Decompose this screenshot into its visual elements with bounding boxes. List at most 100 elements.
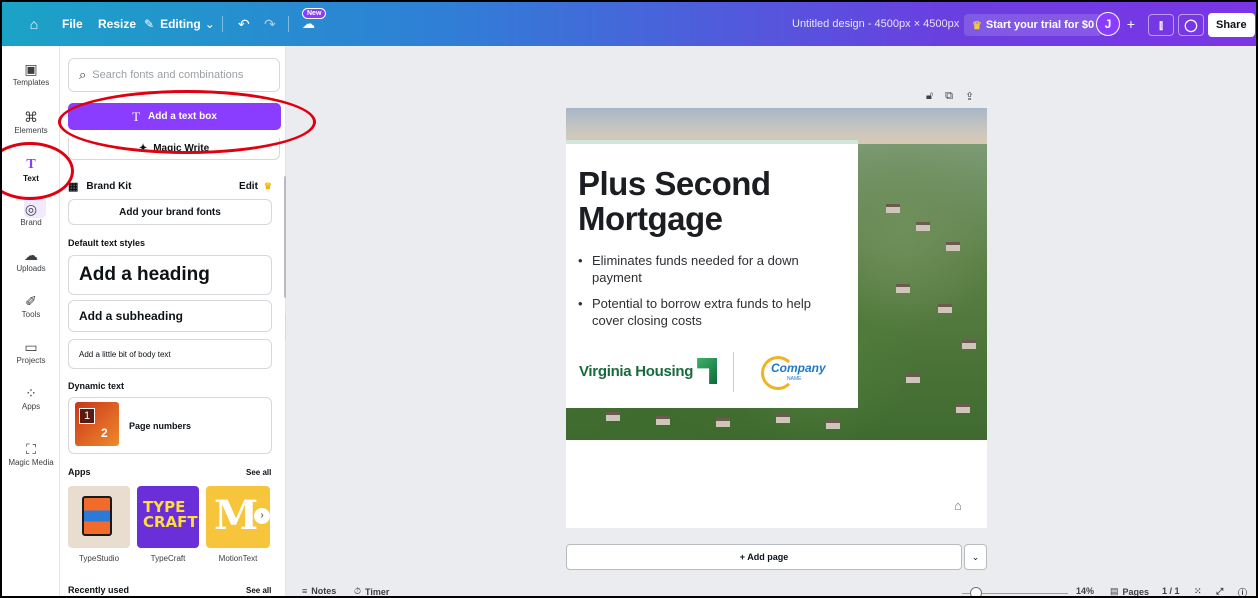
sky-photo — [566, 108, 987, 144]
virginia-housing-logo-text: Virginia Housing — [579, 362, 694, 380]
text-card[interactable]: Plus Second Mortgage • Eliminates funds n… — [566, 140, 858, 408]
company-logo-subtext: NAME — [787, 376, 802, 382]
timer-button[interactable]: ⏱ Timer — [354, 586, 390, 597]
pages-label: Pages — [1122, 586, 1150, 597]
company-logo[interactable]: Company NAME — [761, 354, 831, 390]
nav-label: Apps — [21, 402, 41, 411]
comment-icon[interactable]: ◯ — [1178, 14, 1204, 36]
add-text-box-button[interactable]: T Add a text box — [68, 103, 281, 130]
nav-projects[interactable]: ▭ Projects — [2, 338, 60, 365]
magic-wand-icon: ✦ — [138, 143, 148, 154]
nav-label: Tools — [21, 310, 41, 319]
nav-elements[interactable]: ⌘ Elements — [2, 108, 60, 135]
duplicate-icon[interactable]: ⧉ — [945, 90, 953, 103]
default-text-styles-heading: Default text styles — [68, 238, 146, 248]
magic-write-label: Magic Write — [153, 143, 210, 154]
editing-label: Editing — [160, 17, 201, 31]
nav-label: Templates — [12, 78, 50, 87]
app-motiontext-tile[interactable]: M › — [206, 486, 270, 548]
export-icon[interactable]: ⇪ — [965, 90, 974, 103]
page-blank-area — [566, 440, 987, 528]
analytics-icon[interactable]: ⫾ — [1148, 14, 1174, 36]
brand-kit-icon: ▦ — [68, 180, 79, 193]
resize-menu[interactable]: Resize — [98, 2, 136, 46]
nav-label: Brand — [20, 218, 42, 227]
virginia-housing-logo[interactable]: Virginia Housing — [579, 358, 718, 384]
recently-used-heading: Recently used — [68, 585, 130, 595]
undo-icon[interactable]: ↶ — [238, 2, 250, 46]
bullet-item: • Eliminates funds needed for a down paym… — [578, 252, 838, 286]
nav-tools[interactable]: ✐ Tools — [2, 292, 60, 319]
top-bar: ⌂ File Resize ✎ Editing ⌄ ↶ ↷ ☁ New Unti… — [2, 2, 1256, 46]
start-trial-button[interactable]: ♛ Start your trial for $0 — [964, 14, 1103, 36]
bullet-list[interactable]: • Eliminates funds needed for a down paym… — [578, 252, 838, 338]
add-subheading-button[interactable]: Add a subheading — [68, 300, 272, 332]
add-body-text-button[interactable]: Add a little bit of body text — [68, 339, 272, 369]
lock-icon[interactable]: 🔓︎ — [926, 90, 933, 103]
bullet-text: Potential to borrow extra funds to help … — [592, 296, 811, 328]
chevron-right-icon[interactable]: › — [254, 508, 270, 524]
new-badge: New — [302, 8, 327, 19]
headline[interactable]: Plus Second Mortgage — [578, 166, 848, 236]
fullscreen-icon[interactable]: ⤢ — [1216, 586, 1223, 596]
magic-write-button[interactable]: ✦ Magic Write — [68, 138, 280, 160]
nav-brand[interactable]: ◎ Brand — [2, 200, 60, 227]
avatar[interactable]: J — [1096, 12, 1120, 36]
nav-text[interactable]: T Text — [2, 156, 60, 183]
share-button[interactable]: Share — [1208, 13, 1255, 37]
file-menu[interactable]: File — [62, 2, 83, 46]
add-heading-button[interactable]: Add a heading — [68, 255, 272, 295]
pencil-icon: ✎ — [144, 17, 155, 31]
apps-icon: ⁘ — [25, 385, 37, 401]
editing-mode-button[interactable]: ✎ Editing ⌄ — [144, 2, 215, 46]
app-typecraft-tile[interactable]: TYPE CRAFT — [137, 486, 199, 548]
timer-label: Timer — [365, 586, 390, 597]
nav-apps[interactable]: ⁘ Apps — [2, 384, 60, 411]
app-window: ⌂ File Resize ✎ Editing ⌄ ↶ ↷ ☁ New Unti… — [0, 0, 1258, 598]
bullet-text: Eliminates funds needed for a down payme… — [592, 253, 799, 285]
apps-heading: Apps — [68, 467, 91, 477]
nav-magic-media[interactable]: ⛶ Magic Media — [2, 440, 60, 467]
help-icon[interactable]: ⓘ — [1238, 586, 1247, 596]
app-name: TypeCraft — [150, 554, 186, 563]
brand-kit-edit-link[interactable]: Edit — [239, 181, 258, 192]
tools-icon: ✐ — [25, 293, 37, 309]
notes-button[interactable]: ≡ Notes — [302, 586, 336, 596]
design-page[interactable]: Plus Second Mortgage • Eliminates funds n… — [566, 108, 987, 528]
zoom-slider-handle[interactable] — [970, 587, 982, 596]
notes-icon: ≡ — [302, 586, 308, 596]
add-page-options-button[interactable]: ⌄ — [964, 544, 987, 570]
app-typestudio-tile[interactable] — [68, 486, 130, 548]
pages-button[interactable]: ▤ Pages — [1110, 586, 1150, 597]
zoom-level[interactable]: 14% — [1076, 586, 1094, 596]
brand-icon: ◎ — [24, 201, 38, 217]
text-icon: T — [132, 108, 141, 124]
magic-media-icon: ⛶ — [26, 441, 36, 457]
nav-templates[interactable]: ▣ Templates — [2, 60, 60, 87]
virginia-housing-mark-icon — [697, 358, 718, 384]
home-icon[interactable]: ⌂ — [24, 2, 44, 46]
notes-label: Notes — [311, 586, 337, 596]
design-title[interactable]: Untitled design - 4500px × 4500px — [792, 2, 959, 46]
page-tools: 🔓︎ ⧉ ⇪ — [926, 90, 974, 103]
search-input[interactable]: ⌕ Search fonts and combinations — [68, 58, 280, 92]
grid-view-icon[interactable]: ⁙ — [1194, 586, 1202, 596]
recently-used-see-all-link[interactable]: See all — [246, 586, 271, 595]
search-placeholder: Search fonts and combinations — [92, 69, 244, 81]
page-numbers-button[interactable]: 12 Page numbers — [68, 397, 272, 454]
redo-icon[interactable]: ↷ — [264, 2, 276, 46]
add-page-button[interactable]: + Add page — [566, 544, 962, 570]
apps-see-all-link[interactable]: See all — [246, 468, 271, 477]
brand-kit-row: ▦ Brand Kit Edit ♛ — [68, 178, 272, 194]
add-brand-fonts-button[interactable]: Add your brand fonts — [68, 199, 272, 225]
uploads-icon: ☁ — [24, 247, 38, 263]
divider — [288, 16, 289, 32]
app-name: MotionText — [218, 554, 258, 563]
app-name: TypeStudio — [78, 554, 120, 563]
nav-uploads[interactable]: ☁ Uploads — [2, 246, 60, 273]
crown-icon: ♛ — [972, 19, 982, 32]
divider — [222, 16, 223, 32]
search-icon: ⌕ — [79, 67, 87, 82]
trial-label: Start your trial for $0 — [985, 19, 1095, 31]
add-collaborator-icon[interactable]: + — [1122, 14, 1140, 34]
